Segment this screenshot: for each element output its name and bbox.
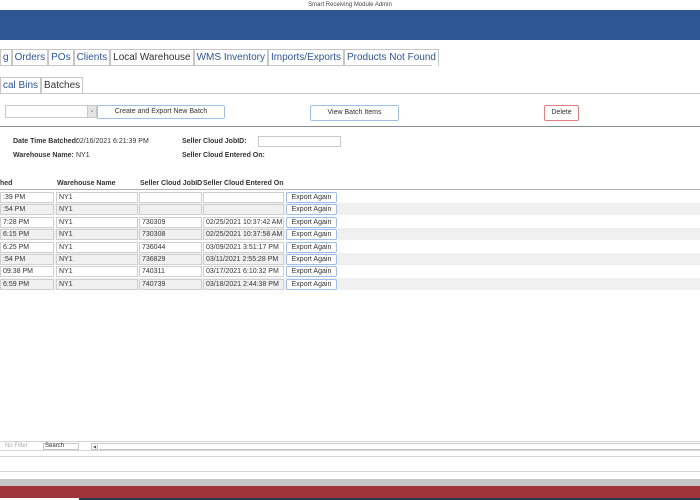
tab-pos[interactable]: POs	[48, 49, 74, 66]
tab-local-warehouse[interactable]: Local Warehouse	[110, 49, 194, 66]
cell-seller-cloud-entered-on[interactable]	[203, 192, 284, 203]
export-again-button[interactable]: Export Again	[286, 216, 337, 228]
warehouse-name-value: NY1	[76, 152, 90, 159]
view-batch-items-button[interactable]: View Batch Items	[310, 105, 399, 121]
tab-orders[interactable]: Orders	[11, 49, 49, 66]
cell-seller-cloud-entered-on[interactable]	[203, 204, 284, 216]
seller-cloud-entered-label: Seller Cloud Entered On:	[182, 152, 265, 159]
table-row: 6:25 PM NY1 736044 03/09/2021 3:51:17 PM Exp…	[0, 241, 700, 253]
cell-date-time-batched[interactable]: 6:15 PM	[0, 229, 54, 241]
sub-tabs: cal Bins Batches	[0, 77, 84, 94]
horizontal-scrollbar[interactable]	[99, 443, 700, 450]
search-input[interactable]: Search	[43, 443, 79, 450]
column-header-seller-cloud-jobid: Seller Cloud JobID	[140, 180, 203, 187]
table-row: :54 PM NY1 Export Again	[0, 203, 700, 216]
cell-seller-cloud-jobid[interactable]: 736829	[139, 254, 202, 265]
cell-date-time-batched[interactable]: :54 PM	[0, 204, 54, 216]
seller-cloud-jobid-input[interactable]	[258, 136, 341, 147]
cell-seller-cloud-entered-on[interactable]: 03/17/2021 6:10:32 PM	[203, 266, 284, 278]
cell-seller-cloud-jobid[interactable]: 730309	[139, 216, 202, 228]
table-row: 6:59 PM NY1 740739 03/18/2021 2:44:38 PM Exp…	[0, 277, 700, 290]
cell-seller-cloud-jobid[interactable]: 740739	[139, 278, 202, 290]
cell-date-time-batched[interactable]: :54 PM	[0, 254, 54, 265]
cell-warehouse-name[interactable]: NY1	[56, 254, 138, 265]
date-time-batched-value: 02/16/2021 6:21:39 PM	[76, 138, 149, 145]
table-row: :39 PM NY1 Export Again	[0, 191, 700, 203]
sub-tabs-divider	[0, 93, 700, 94]
cell-warehouse-name[interactable]: NY1	[56, 278, 138, 290]
table-row: 09:38 PM NY1 740311 03/17/2021 6:10:32 PM Ex…	[0, 265, 700, 278]
cell-seller-cloud-entered-on[interactable]: 03/18/2021 2:44:38 PM	[203, 278, 284, 290]
cell-seller-cloud-entered-on[interactable]: 02/25/2021 10:37:58 AM	[203, 229, 284, 241]
seller-cloud-jobid-label: Seller Cloud JobID:	[182, 138, 247, 145]
tab-clients[interactable]: Clients	[73, 49, 111, 66]
table-row: 6:15 PM NY1 730308 02/25/2021 10:37:58 AM Ex…	[0, 228, 700, 241]
cell-warehouse-name[interactable]: NY1	[56, 241, 138, 253]
export-again-button[interactable]: Export Again	[286, 278, 337, 290]
cell-warehouse-name[interactable]: NY1	[56, 266, 138, 278]
cell-seller-cloud-jobid[interactable]: 736044	[139, 241, 202, 253]
export-again-button[interactable]: Export Again	[286, 204, 337, 216]
table-row: :54 PM NY1 736829 03/11/2021 2:55:28 PM Expo…	[0, 253, 700, 265]
status-area	[0, 456, 700, 472]
cell-seller-cloud-jobid[interactable]: 740311	[139, 266, 202, 278]
chevron-down-icon[interactable]: ⌄	[87, 106, 96, 117]
tab-products-not-found[interactable]: Products Not Found	[344, 49, 439, 66]
cell-warehouse-name[interactable]: NY1	[56, 192, 138, 203]
warehouse-name-label: Warehouse Name:	[13, 152, 74, 159]
cell-warehouse-name[interactable]: NY1	[56, 216, 138, 228]
delete-button[interactable]: Delete	[544, 105, 579, 121]
batch-combo[interactable]: ⌄	[5, 105, 97, 118]
export-again-button[interactable]: Export Again	[286, 254, 337, 265]
header-banner	[0, 10, 700, 40]
column-header-date-time-batched: hed	[0, 180, 13, 187]
column-header-warehouse-name: Warehouse Name	[57, 180, 116, 187]
cell-date-time-batched[interactable]: 6:25 PM	[0, 241, 54, 253]
create-export-batch-button[interactable]: Create and Export New Batch	[97, 105, 225, 119]
cell-seller-cloud-entered-on[interactable]: 03/09/2021 3:51:17 PM	[203, 241, 284, 253]
cell-seller-cloud-entered-on[interactable]: 03/11/2021 2:55:28 PM	[203, 254, 284, 265]
no-filter-button[interactable]: No Filter	[5, 443, 28, 449]
header-separator	[0, 126, 700, 127]
cell-warehouse-name[interactable]: NY1	[56, 204, 138, 216]
cell-date-time-batched[interactable]: 7:28 PM	[0, 216, 54, 228]
main-tabs: g Orders POs Clients Local Warehouse WMS Inve…	[0, 49, 439, 66]
cell-date-time-batched[interactable]: 09:38 PM	[0, 266, 54, 278]
table-row: 7:28 PM NY1 730309 02/25/2021 10:37:42 AM Ex…	[0, 216, 700, 228]
date-time-batched-label: Date Time Batched:	[13, 138, 79, 145]
window-title: Smart Receiving Module Admin	[0, 0, 700, 10]
cell-date-time-batched[interactable]: :39 PM	[0, 192, 54, 203]
footer-red-bar	[0, 486, 700, 498]
grid-header-divider	[0, 189, 700, 190]
tab-imports-exports[interactable]: Imports/Exports	[267, 49, 344, 66]
cell-seller-cloud-jobid[interactable]	[139, 204, 202, 216]
subtab-batches[interactable]: Batches	[41, 77, 84, 94]
cell-date-time-batched[interactable]: 6:59 PM	[0, 278, 54, 290]
tab-wms-inventory[interactable]: WMS Inventory	[193, 49, 268, 66]
cell-warehouse-name[interactable]: NY1	[56, 229, 138, 241]
export-again-button[interactable]: Export Again	[286, 241, 337, 253]
cell-seller-cloud-jobid[interactable]	[139, 192, 202, 203]
cell-seller-cloud-jobid[interactable]: 730308	[139, 229, 202, 241]
cell-seller-cloud-entered-on[interactable]: 02/25/2021 10:37:42 AM	[203, 216, 284, 228]
tab-g[interactable]: g	[0, 49, 12, 66]
record-navigation-bar: No Filter Search ◀	[0, 441, 700, 451]
subtab-cal-bins[interactable]: cal Bins	[0, 77, 42, 94]
footer-grey-bar	[0, 479, 700, 486]
export-again-button[interactable]: Export Again	[286, 192, 337, 203]
column-header-seller-cloud-entered-on: Seller Cloud Entered On	[203, 180, 284, 187]
export-again-button[interactable]: Export Again	[286, 229, 337, 241]
batch-combo-value	[6, 114, 8, 121]
main-tabs-divider	[0, 65, 432, 66]
export-again-button[interactable]: Export Again	[286, 266, 337, 278]
scroll-left-icon[interactable]: ◀	[91, 443, 98, 450]
